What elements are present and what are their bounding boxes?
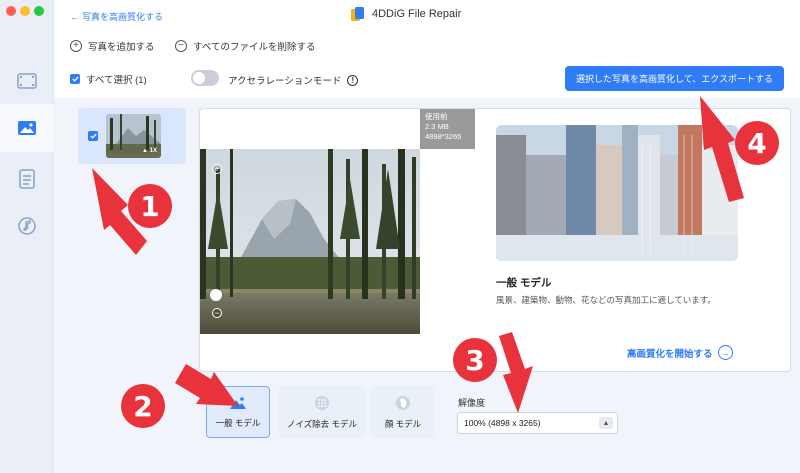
thumbnail-image: ▲ 1X <box>106 114 161 158</box>
info-icon[interactable]: ! <box>347 74 359 86</box>
model-button-face[interactable]: 顔 モデル <box>371 386 435 438</box>
start-enhance-link[interactable]: 高画質化を開始する → <box>627 345 733 360</box>
photo-icon <box>18 121 36 135</box>
photo-meta: 使用前 2.3 MB 4898*3265 <box>420 109 475 149</box>
app-logo-icon <box>351 7 364 21</box>
start-enhance-label: 高画質化を開始する <box>627 348 713 360</box>
video-icon <box>17 73 37 89</box>
music-icon <box>18 217 36 235</box>
meta-label: 使用前 <box>425 112 448 121</box>
zoom-slider-handle[interactable] <box>210 289 222 301</box>
select-all-checkbox[interactable]: すべて選択 (1) <box>70 72 147 86</box>
zoom-factor-text: 1X <box>149 148 157 154</box>
document-icon <box>19 169 35 189</box>
chevron-up-icon: ▲ <box>599 417 613 429</box>
model-button-general[interactable]: 一般 モデル <box>206 386 270 438</box>
model-button-face-label: 顔 モデル <box>384 418 422 429</box>
checkbox-checked-icon <box>70 74 80 84</box>
remove-all-label: すべてのファイルを削除する <box>193 42 316 53</box>
back-link-label: 写真を高画質化する <box>82 12 164 22</box>
sidebar-item-video[interactable] <box>12 66 42 96</box>
add-photos-button[interactable]: + 写真を追加する <box>70 39 155 53</box>
resolution-value: 100% (4898 x 3265) <box>464 418 541 428</box>
accel-mode-toggle[interactable] <box>191 70 219 86</box>
accel-mode: アクセラレーションモード ! <box>228 73 359 87</box>
photo-thumbnail-card[interactable]: ▲ 1X <box>78 108 186 164</box>
mountain-icon: ▲ <box>142 148 148 154</box>
arrow-left-icon: ← <box>70 11 79 22</box>
mountain-icon <box>230 396 246 409</box>
resolution-select[interactable]: 100% (4898 x 3265) ▲ <box>457 412 618 434</box>
maximize-window-button[interactable] <box>34 6 44 16</box>
preview-panel: 使用前 2.3 MB 4898*3265 + − 一般 モデル 風景、建築物、動… <box>199 108 791 372</box>
sidebar-item-document[interactable] <box>12 164 42 194</box>
select-all-label: すべて選択 (1) <box>86 75 147 86</box>
model-title: 一般 モデル <box>496 277 552 289</box>
thumbnail-checkbox[interactable] <box>88 131 98 141</box>
model-button-denoise[interactable]: ノイズ除去 モデル <box>279 386 365 438</box>
sidebar <box>0 0 54 473</box>
model-preview-image <box>496 125 738 261</box>
sidebar-item-photo[interactable] <box>12 113 42 143</box>
resolution-label: 解像度 <box>458 398 486 408</box>
meta-size: 2.3 MB <box>425 122 449 132</box>
accel-mode-label: アクセラレーションモード <box>228 76 342 87</box>
zoom-out-button[interactable]: − <box>212 308 222 318</box>
export-button[interactable]: 選択した写真を高画質化して、エクスポートする <box>565 66 784 91</box>
plus-circle-icon: + <box>70 40 82 52</box>
add-photos-label: 写真を追加する <box>88 42 155 53</box>
app-title-text: 4DDiG File Repair <box>372 8 462 20</box>
model-button-denoise-label: ノイズ除去 モデル <box>286 418 358 429</box>
zoom-factor-badge: ▲ 1X <box>142 148 157 154</box>
model-description: 風景、建築物、動物、花などの写真加工に適しています。 <box>496 295 716 305</box>
app-title: 4DDiG File Repair <box>350 6 461 22</box>
sidebar-item-audio[interactable] <box>12 211 42 241</box>
face-icon <box>396 395 410 410</box>
remove-all-button[interactable]: − すべてのファイルを削除する <box>175 39 315 53</box>
zoom-in-button[interactable]: + <box>212 164 222 174</box>
meta-dimensions: 4898*3265 <box>425 132 462 142</box>
preview-photo[interactable] <box>200 149 420 334</box>
minimize-window-button[interactable] <box>20 6 30 16</box>
minus-circle-icon: − <box>175 40 187 52</box>
back-link[interactable]: ← 写真を高画質化する <box>70 10 163 23</box>
model-button-general-label: 一般 モデル <box>215 417 261 428</box>
main-panel: ← 写真を高画質化する 4DDiG File Repair + 写真を追加する … <box>54 0 800 473</box>
arrow-right-circle-icon: → <box>717 345 733 360</box>
noise-icon <box>315 395 329 410</box>
close-window-button[interactable] <box>6 6 16 16</box>
